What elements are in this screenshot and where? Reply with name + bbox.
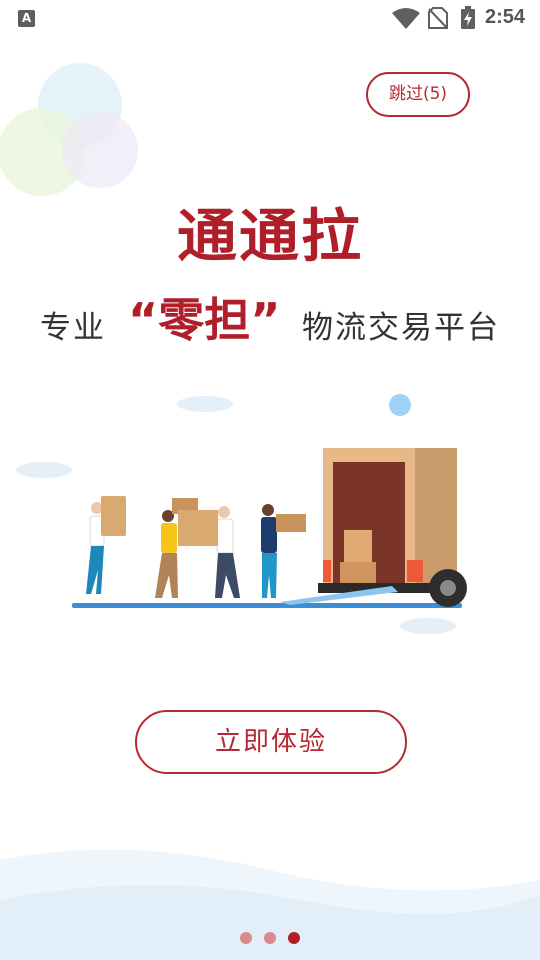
- brand-logo: 通通拉: [177, 203, 363, 270]
- notification-a-icon: A: [18, 10, 35, 27]
- no-sim-icon: [428, 7, 448, 29]
- status-bar: A 2:54: [0, 0, 540, 36]
- start-experience-button[interactable]: 立即体验: [135, 710, 407, 774]
- pager-dot[interactable]: [264, 932, 276, 944]
- pager-dot-active[interactable]: [288, 932, 300, 944]
- status-time: 2:54: [485, 6, 526, 28]
- tagline: 专业 “零担” 物流交易平台: [0, 282, 540, 352]
- pager-dot[interactable]: [240, 932, 252, 944]
- delivery-illustration: [16, 394, 467, 634]
- battery-charging-icon: [461, 6, 475, 29]
- wifi-icon: [392, 8, 420, 29]
- pager-indicator: [0, 932, 540, 946]
- tagline-prefix: 专业: [40, 310, 106, 346]
- decorative-bubbles: [0, 63, 138, 196]
- tagline-highlight: “零担”: [128, 293, 281, 347]
- tagline-suffix: 物流交易平台: [302, 310, 500, 346]
- skip-button[interactable]: 跳过(5): [366, 72, 470, 117]
